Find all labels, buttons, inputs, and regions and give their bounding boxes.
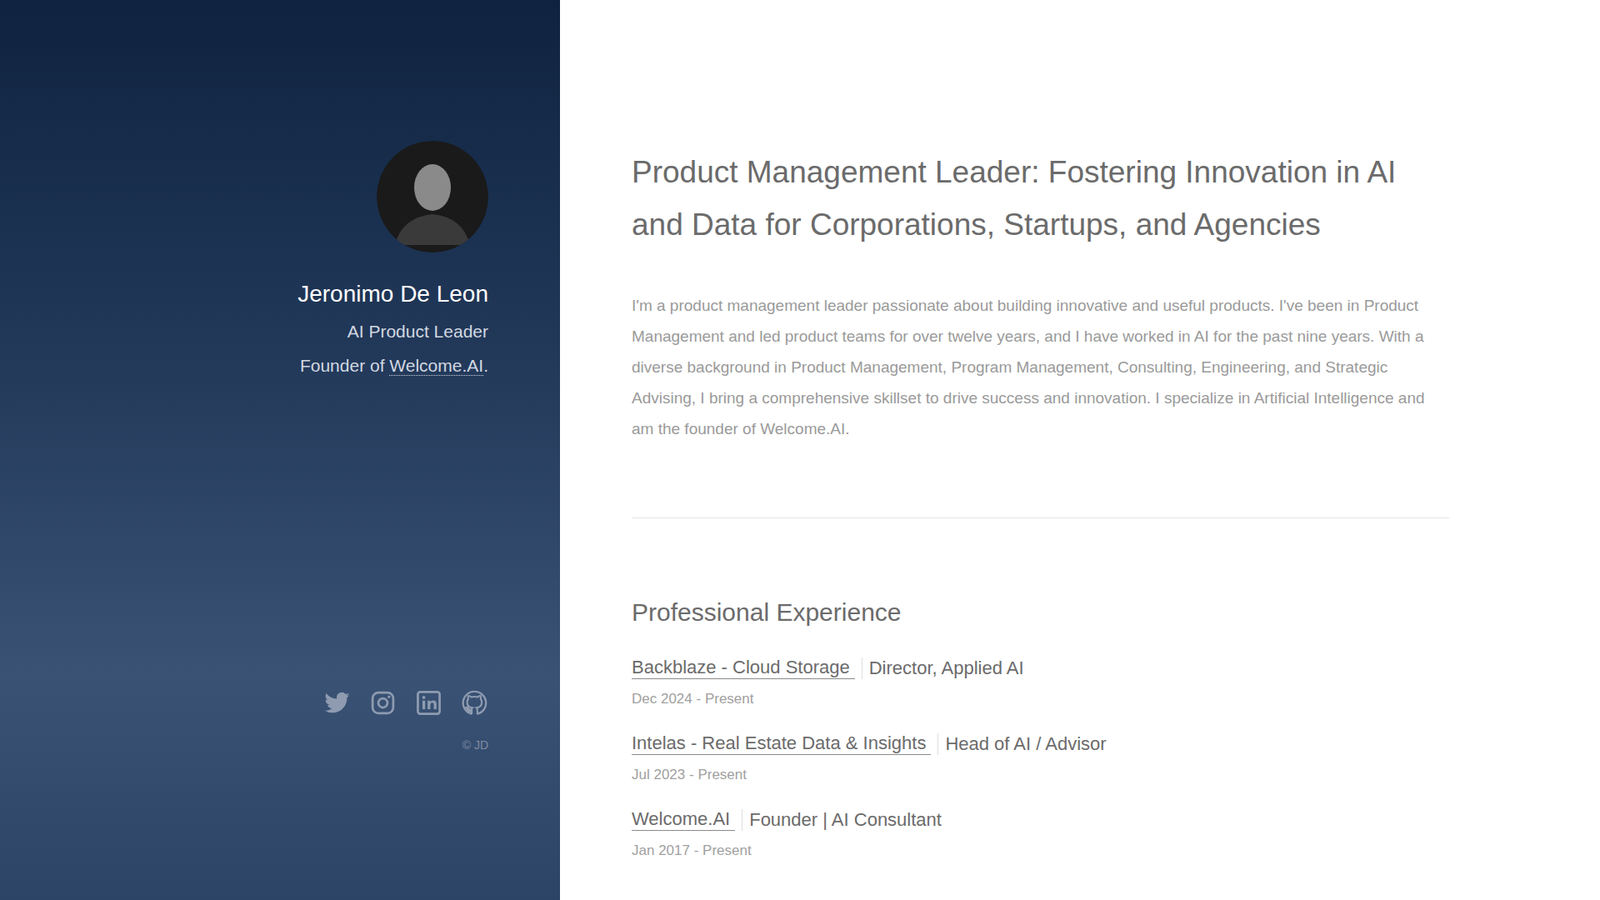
profile-title: AI Product Leader: [347, 315, 489, 350]
experience-item: Backblaze - Cloud Storage Director, Appl…: [631, 656, 1450, 708]
job-role: Founder | AI Consultant: [741, 809, 942, 831]
social-links: [323, 689, 489, 717]
twitter-icon[interactable]: [323, 689, 351, 717]
copyright: © JD: [462, 738, 489, 752]
instagram-icon[interactable]: [369, 689, 397, 717]
job-dates: Jul 2023 - Present: [631, 766, 1450, 784]
experience-title: Professional Experience: [631, 598, 1450, 627]
divider: [631, 517, 1450, 519]
intro-heading: Product Management Leader: Fostering Inn…: [631, 146, 1450, 252]
company-link[interactable]: Welcome.AI: [631, 808, 735, 831]
avatar: [376, 140, 489, 253]
founder-link[interactable]: Welcome.AI: [389, 355, 484, 376]
github-icon[interactable]: [460, 689, 489, 717]
linkedin-icon[interactable]: [415, 689, 443, 717]
experience-item: Welcome.AI Founder | AI Consultant Jan 2…: [631, 808, 1450, 860]
profile-founder: Founder of Welcome.AI.: [300, 349, 489, 384]
page: Jeronimo De Leon AI Product Leader Found…: [0, 0, 1600, 900]
intro-text: I'm a product management leader passiona…: [631, 290, 1450, 445]
job-dates: Jan 2017 - Present: [631, 842, 1450, 860]
background-photo: [0, 0, 560, 900]
main-content: Product Management Leader: Fostering Inn…: [560, 0, 1600, 900]
company-link[interactable]: Backblaze - Cloud Storage: [631, 656, 855, 680]
company-link[interactable]: Intelas - Real Estate Data & Insights: [631, 732, 931, 755]
job-role: Director, Applied AI: [861, 657, 1025, 680]
job-role: Head of AI / Advisor: [937, 733, 1106, 755]
experience-item: Intelas - Real Estate Data & Insights He…: [631, 732, 1450, 784]
job-dates: Dec 2024 - Present: [631, 690, 1450, 708]
sidebar: Jeronimo De Leon AI Product Leader Found…: [0, 0, 560, 900]
profile-name: Jeronimo De Leon: [297, 277, 489, 310]
person-icon: [376, 140, 489, 253]
